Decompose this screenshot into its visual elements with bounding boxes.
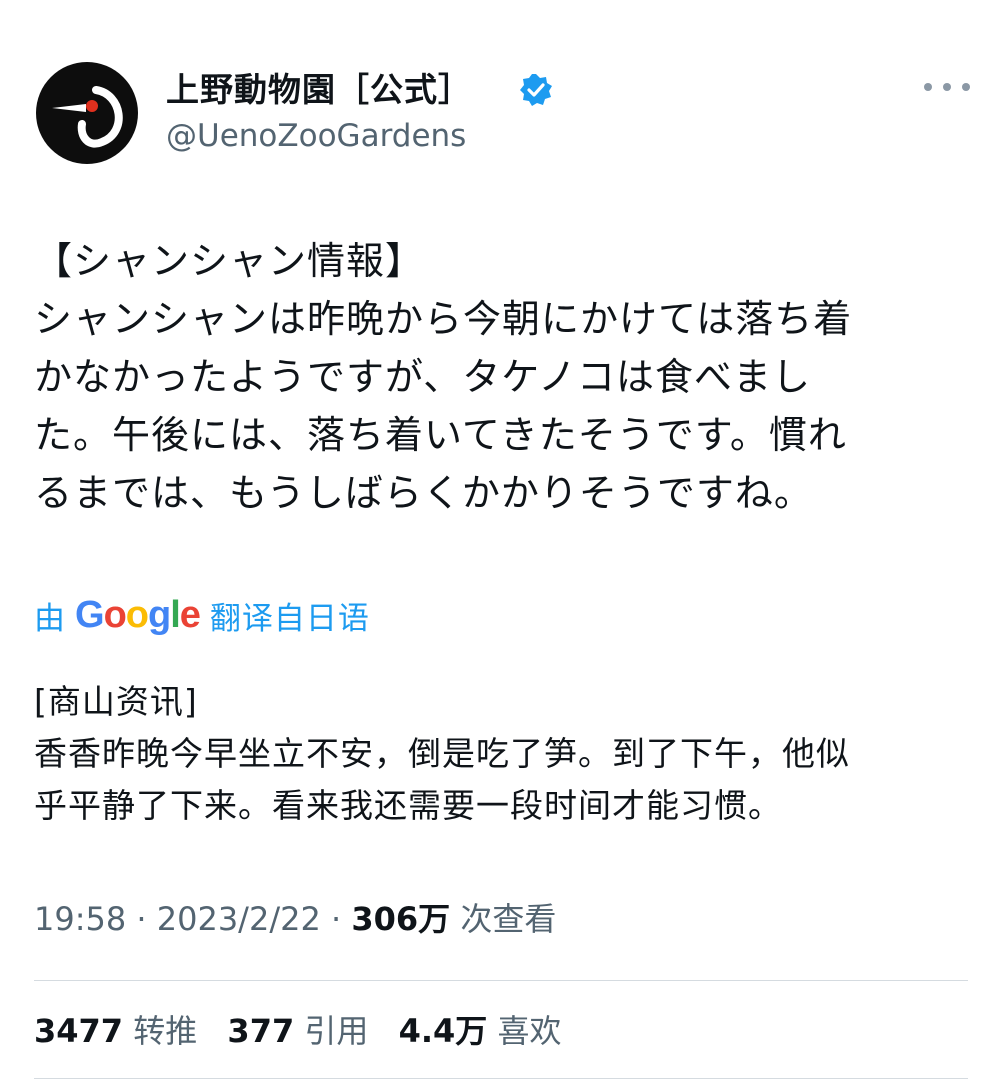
tweet-meta: 19:58 · 2023/2/22 · 306万 次查看 <box>34 896 556 942</box>
tweet-line: かなかったようですが、タケノコは食べまし <box>34 355 811 399</box>
dot-icon <box>962 83 970 91</box>
tweet-line: るまでは、もうしばらくかかりそうですね。 <box>34 471 813 515</box>
avatar[interactable] <box>36 62 138 164</box>
verified-badge-icon <box>520 74 552 106</box>
tweet-stats: 3477 转推 377 引用 4.4万 喜欢 <box>34 1008 581 1054</box>
likes-label: 喜欢 <box>487 1012 562 1050</box>
translation-attribution[interactable]: 由 Google 翻译自日语 <box>34 592 370 638</box>
divider <box>34 1078 968 1079</box>
retweets-label: 转推 <box>123 1012 198 1050</box>
divider <box>34 980 968 981</box>
translated-line: 香香昨晚今早坐立不安，倒是吃了笋。到了下午，他似 <box>34 734 850 773</box>
tweet-time[interactable]: 19:58 <box>34 900 126 938</box>
dot-icon <box>924 83 932 91</box>
author-display-name[interactable]: 上野動物園［公式］ <box>166 70 472 110</box>
more-options-icon[interactable] <box>924 72 970 102</box>
tweet-date[interactable]: 2023/2/22 <box>157 900 321 938</box>
retweets-stat[interactable]: 3477 转推 <box>34 1008 197 1054</box>
author-handle[interactable]: @UenoZooGardens <box>166 116 466 156</box>
translated-text: [商山资讯] 香香昨晚今早坐立不安，倒是吃了笋。到了下午，他似 乎平静了下来。看… <box>34 676 974 832</box>
translated-line: 乎平静了下来。看来我还需要一段时间才能习惯。 <box>34 786 782 825</box>
tweet-line: た。午後には、落ち着いてきたそうです。慣れ <box>34 413 847 457</box>
translation-source-label: 翻译自日语 <box>209 600 370 637</box>
translation-prefix: 由 <box>34 600 65 637</box>
retweets-count: 3477 <box>34 1012 124 1050</box>
tweet-line: シャンシャンは昨晩から今朝にかけては落ち着 <box>34 297 853 341</box>
likes-count: 4.4万 <box>398 1012 488 1050</box>
crane-logo-icon <box>52 86 123 148</box>
meta-separator: · <box>126 900 157 938</box>
quotes-stat[interactable]: 377 引用 <box>227 1008 368 1054</box>
dot-icon <box>943 83 951 91</box>
google-logo: Google <box>75 593 201 636</box>
quotes-count: 377 <box>227 1012 295 1050</box>
tweet-text: 【シャンシャン情報】 シャンシャンは昨晩から今朝にかけては落ち着 かなかったよう… <box>34 232 974 522</box>
views-count: 306万 <box>351 900 451 938</box>
meta-separator: · <box>320 900 352 938</box>
likes-stat[interactable]: 4.4万 喜欢 <box>399 1008 562 1054</box>
translated-line: [商山资讯] <box>34 682 198 721</box>
tweet-line: 【シャンシャン情報】 <box>34 239 425 283</box>
quotes-label: 引用 <box>294 1012 369 1050</box>
views-label: 次查看 <box>450 900 557 938</box>
